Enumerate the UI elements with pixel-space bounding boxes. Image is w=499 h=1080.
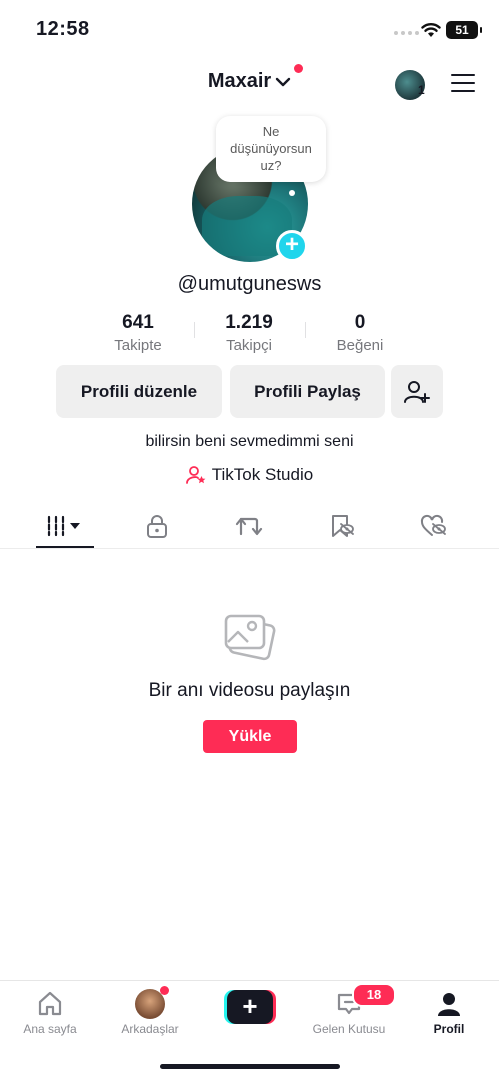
stat-likes[interactable]: 0 Beğeni — [305, 312, 415, 354]
tab-favorites[interactable] — [312, 508, 372, 544]
home-icon — [38, 991, 62, 1016]
stat-following[interactable]: 641 Takipte — [83, 312, 193, 354]
profile-bio: bilirsin beni sevmedimmi seni — [145, 433, 354, 450]
status-bar: 12:58 51 — [0, 0, 499, 60]
add-friend-button[interactable] — [391, 365, 443, 418]
home-indicator — [160, 1064, 340, 1069]
thought-bubble[interactable]: Ne düşünüyorsun uz? — [216, 116, 326, 182]
heart-hidden-icon — [420, 514, 446, 536]
lock-icon — [147, 515, 167, 538]
tab-liked[interactable] — [404, 508, 464, 544]
creator-star-icon — [185, 466, 206, 484]
nav-home[interactable]: Ana sayfa — [5, 989, 95, 1036]
add-user-icon — [404, 380, 430, 403]
chevron-down-icon — [275, 77, 291, 86]
nav-inbox-label: Gelen Kutusu — [312, 1022, 386, 1036]
repost-icon — [235, 517, 263, 536]
likes-label: Beğeni — [336, 337, 384, 354]
battery-icon: 51 — [446, 21, 482, 39]
status-time: 12:58 — [36, 18, 90, 40]
tab-reposts[interactable] — [219, 508, 279, 544]
bookmark-hidden-icon — [332, 515, 354, 537]
likes-count: 0 — [354, 312, 366, 333]
edit-profile-button[interactable]: Profili düzenle — [56, 365, 222, 418]
tiktok-studio-label: TikTok Studio — [211, 465, 314, 484]
upload-button[interactable]: Yükle — [203, 720, 297, 753]
tabs-divider — [0, 548, 499, 549]
thought-line-3: uz? — [260, 158, 282, 173]
friends-avatar — [135, 986, 169, 1019]
notification-dot — [294, 64, 304, 73]
nav-home-label: Ana sayfa — [23, 1022, 77, 1036]
menu-icon[interactable] — [451, 74, 475, 94]
tab-private[interactable] — [127, 508, 187, 544]
profile-handle: @umutgunesws — [177, 273, 322, 295]
thought-line-1: Ne — [262, 124, 280, 139]
nav-profile-label: Profil — [433, 1022, 465, 1036]
empty-state-title: Bir anı videosu paylaşın — [148, 680, 351, 701]
tiktok-studio-link[interactable]: TikTok Studio — [0, 465, 499, 485]
add-story-button[interactable]: + — [276, 230, 308, 262]
create-button[interactable]: + — [224, 990, 276, 1024]
grid-menu-icon — [47, 515, 80, 537]
thought-bubble-tail — [289, 190, 295, 196]
nav-friends[interactable]: Arkadaşlar — [105, 986, 195, 1036]
header-username: Maxair — [207, 70, 272, 92]
share-profile-button[interactable]: Profili Paylaş — [230, 365, 385, 418]
photos-icon — [224, 614, 276, 661]
plus-icon: + — [227, 990, 273, 1024]
nav-profile[interactable]: Profil — [404, 989, 494, 1036]
profile-icon — [438, 993, 460, 1016]
nav-friends-label: Arkadaşlar — [121, 1022, 179, 1036]
followers-count: 1.219 — [225, 312, 273, 333]
thought-line-2: düşünüyorsun — [230, 141, 312, 156]
following-label: Takipte — [114, 337, 162, 354]
tab-videos[interactable] — [35, 508, 95, 544]
followers-label: Takipçi — [226, 337, 272, 354]
stories-count: 1 — [418, 83, 425, 97]
stat-followers[interactable]: 1.219 Takipçi — [194, 312, 304, 354]
wifi-icon — [421, 23, 441, 37]
inbox-badge: 18 — [352, 983, 396, 1007]
friends-notification-dot — [160, 986, 169, 995]
signal-icon — [394, 31, 419, 35]
following-count: 641 — [122, 312, 154, 333]
